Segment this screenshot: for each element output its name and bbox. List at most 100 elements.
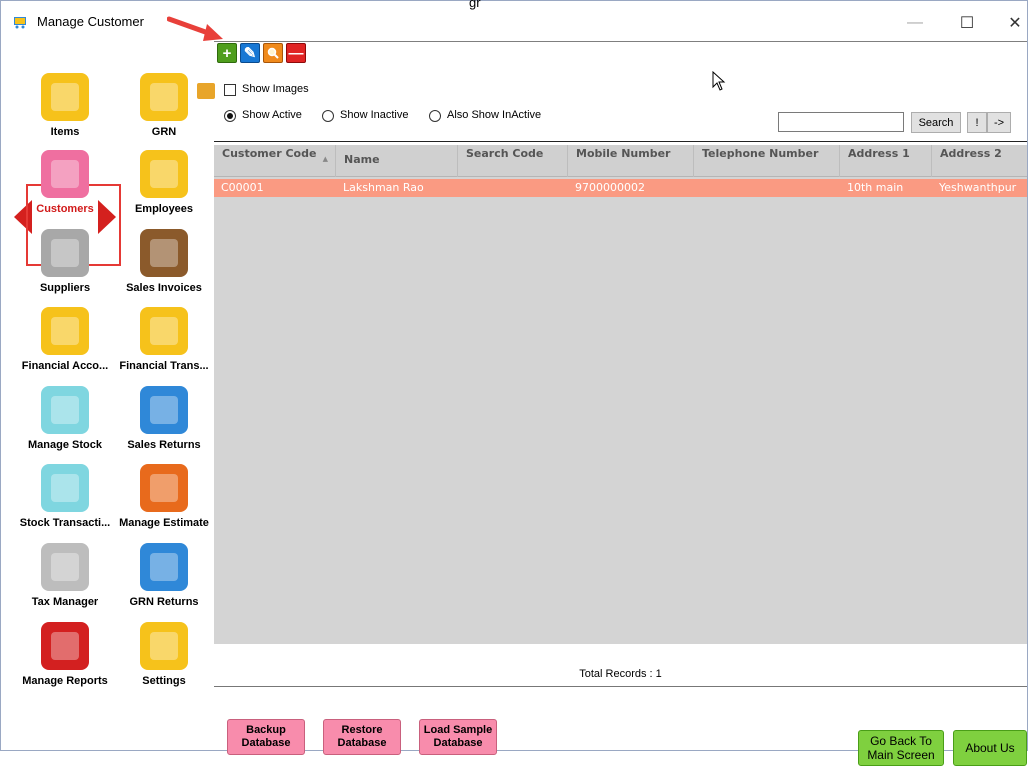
cell-address-2: Yeshwanthpur — [939, 181, 1017, 194]
search-button[interactable]: Search — [911, 112, 961, 133]
edit-button[interactable]: ✎ — [240, 43, 260, 63]
invoice-icon — [140, 229, 188, 277]
return-cart-icon — [140, 386, 188, 434]
cell-address-1: 10th main — [847, 181, 904, 194]
nav-item[interactable]: Suppliers — [15, 229, 115, 307]
nav-item-label: Items — [50, 126, 80, 138]
nav-item[interactable]: GRN Returns — [114, 543, 214, 621]
percent-icon — [41, 543, 89, 591]
icon-glyph — [150, 239, 178, 267]
column-header[interactable]: Address 2 — [932, 145, 1027, 177]
nav-item[interactable]: Tax Manager — [15, 543, 115, 621]
icon-glyph — [150, 396, 178, 424]
nav-item[interactable]: Customers — [15, 150, 115, 228]
nav-item[interactable]: Sales Returns — [114, 386, 214, 464]
icon-glyph — [51, 396, 79, 424]
tools-icon — [140, 622, 188, 670]
backup-database-button[interactable]: Backup Database — [227, 719, 305, 755]
nav-item[interactable]: GRN — [114, 73, 214, 151]
search-input[interactable] — [778, 112, 904, 132]
show-active-label: Show Active — [242, 109, 302, 121]
go-button[interactable]: -> — [987, 112, 1011, 133]
icon-glyph — [51, 632, 79, 660]
mouse-cursor-icon — [712, 71, 726, 91]
manage-customer-window: Manage Customer gr — ☐ ✕ Items GRN Custome… — [0, 0, 1028, 766]
coins-transfer-icon — [140, 307, 188, 355]
background-window-title: gr — [469, 0, 481, 10]
column-header[interactable]: Customer Code — [214, 145, 336, 177]
nav-item[interactable]: Financial Trans... — [114, 307, 214, 385]
about-us-button[interactable]: About Us — [953, 730, 1027, 766]
column-header[interactable]: Search Code — [458, 145, 568, 177]
column-header[interactable]: Name — [336, 145, 458, 177]
delete-button[interactable]: — — [286, 43, 306, 63]
go-back-button[interactable]: Go Back To Main Screen — [858, 730, 944, 766]
nav-item[interactable]: Manage Reports — [15, 622, 115, 700]
icon-glyph — [150, 83, 178, 111]
nav-item-label: Employees — [134, 203, 194, 215]
factory-icon — [41, 229, 89, 277]
icon-glyph — [51, 160, 79, 188]
show-inactive-radio[interactable] — [322, 110, 334, 122]
add-button[interactable]: + — [217, 43, 237, 63]
icon-glyph — [150, 317, 178, 345]
nav-item-label: Settings — [142, 675, 186, 687]
show-active-radio[interactable] — [224, 110, 236, 122]
cart-icon — [14, 17, 26, 29]
nav-item-label: Tax Manager — [31, 596, 99, 608]
customer-grid[interactable]: Customer Code Name Search Code Mobile Nu… — [214, 145, 1027, 644]
estimate-icon — [140, 464, 188, 512]
column-header[interactable]: Mobile Number — [568, 145, 694, 177]
truck-icon — [140, 73, 188, 121]
title-bar: Manage Customer gr — ☐ ✕ — [1, 0, 1028, 41]
nav-item-label: Manage Reports — [22, 675, 108, 687]
also-show-inactive-radio[interactable] — [429, 110, 441, 122]
nav-item[interactable]: Stock Transacti... — [15, 464, 115, 542]
find-button[interactable] — [263, 43, 283, 63]
exclamation-button[interactable]: ! — [967, 112, 987, 133]
show-images-label: Show Images — [242, 83, 309, 95]
minimize-button[interactable]: — — [893, 9, 937, 37]
nav-item[interactable]: Manage Stock — [15, 386, 115, 464]
cart-icon — [41, 73, 89, 121]
annotation-arrow-icon — [167, 16, 223, 41]
column-header[interactable]: Telephone Number — [694, 145, 840, 177]
nav-item[interactable]: Manage Estimate — [114, 464, 214, 542]
nav-item[interactable]: Financial Acco... — [15, 307, 115, 385]
nav-item-label: Sales Invoices — [126, 282, 202, 294]
maximize-button[interactable]: ☐ — [945, 9, 989, 37]
icon-glyph — [51, 553, 79, 581]
icon-glyph — [150, 553, 178, 581]
truck-return-icon — [140, 543, 188, 591]
close-button[interactable]: ✕ — [993, 9, 1028, 37]
nav-item-label: Suppliers — [39, 282, 91, 294]
show-inactive-label: Show Inactive — [340, 109, 409, 121]
main-panel: + ✎ — Show Images Show Active Show Inact… — [214, 41, 1027, 766]
nav-item-label: GRN Returns — [129, 596, 199, 608]
grid-border — [214, 141, 1027, 142]
stock-icon — [41, 386, 89, 434]
coins-icon — [41, 307, 89, 355]
table-row[interactable]: C00001 Lakshman Rao 9700000002 10th main… — [214, 179, 1027, 197]
nav-item-label: Manage Stock — [28, 439, 102, 451]
grid-header: Customer Code Name Search Code Mobile Nu… — [214, 145, 1027, 177]
nav-item[interactable]: Items — [15, 73, 115, 151]
load-sample-database-button[interactable]: Load Sample Database — [419, 719, 497, 755]
nav-item[interactable]: Sales Invoices — [114, 229, 214, 307]
show-images-checkbox[interactable] — [224, 84, 236, 96]
restore-database-button[interactable]: Restore Database — [323, 719, 401, 755]
cell-name: Lakshman Rao — [343, 181, 424, 194]
column-header[interactable]: Address 1 — [840, 145, 932, 177]
toolbar: + ✎ — — [214, 41, 1027, 71]
nav-item-label: Financial Trans... — [119, 360, 209, 372]
total-records: Total Records : 1 — [579, 668, 662, 680]
nav-item[interactable]: Settings — [114, 622, 214, 700]
nav-item[interactable]: Employees — [114, 150, 214, 228]
icon-glyph — [150, 160, 178, 188]
icon-glyph — [150, 632, 178, 660]
customers-icon — [41, 150, 89, 198]
stock-transfer-icon — [41, 464, 89, 512]
nav-item-label: Customers — [36, 203, 94, 215]
nav-item-label: Manage Estimate — [119, 517, 209, 529]
nav-item-label: Financial Acco... — [21, 360, 109, 372]
